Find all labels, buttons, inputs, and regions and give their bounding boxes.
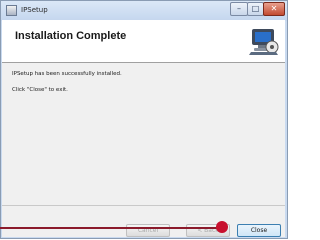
close-button[interactable]: Close bbox=[237, 224, 281, 237]
wizard-header: Installation Complete bbox=[2, 20, 285, 63]
wizard-body: IPSetup has been successfully installed.… bbox=[2, 63, 285, 205]
computer-setup-icon bbox=[249, 29, 279, 55]
page-title: Installation Complete bbox=[15, 30, 127, 42]
maximize-button[interactable]: □ bbox=[247, 2, 264, 16]
maximize-icon: □ bbox=[251, 4, 260, 13]
window-title: IPSetup bbox=[21, 6, 48, 14]
title-bar[interactable]: IPSetup – □ ✕ bbox=[1, 1, 287, 21]
success-message: IPSetup has been successfully installed. bbox=[12, 71, 122, 77]
close-window-button[interactable]: ✕ bbox=[263, 2, 285, 16]
instruction-text: Click "Close" to exit. bbox=[12, 87, 68, 93]
setup-icon bbox=[6, 5, 17, 16]
pointer-line bbox=[0, 227, 221, 229]
cancel-button[interactable]: Cancel bbox=[126, 224, 170, 237]
minimize-button[interactable]: – bbox=[230, 2, 248, 16]
pointer-dot bbox=[216, 221, 228, 233]
close-icon: ✕ bbox=[270, 4, 278, 13]
minimize-icon: – bbox=[237, 4, 241, 13]
button-bar: Cancel < Back Close bbox=[2, 205, 285, 237]
